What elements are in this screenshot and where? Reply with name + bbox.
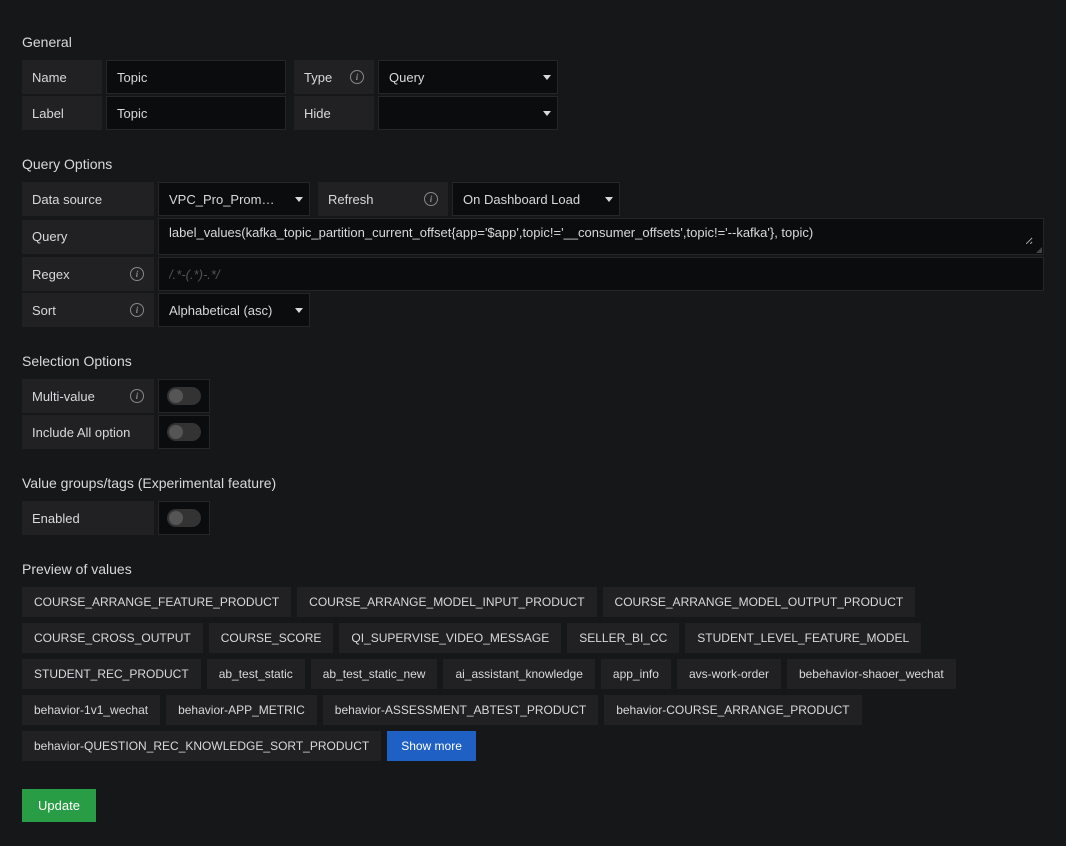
preview-value-tag: ab_test_static — [207, 659, 305, 689]
preview-value-tag: COURSE_ARRANGE_MODEL_OUTPUT_PRODUCT — [603, 587, 916, 617]
regex-input-wrap[interactable] — [158, 257, 1044, 291]
include-all-label: Include All option — [22, 415, 154, 449]
preview-value-tag: QI_SUPERVISE_VIDEO_MESSAGE — [339, 623, 561, 653]
preview-value-tag: STUDENT_LEVEL_FEATURE_MODEL — [685, 623, 921, 653]
label-input-wrap[interactable] — [106, 96, 286, 130]
chevron-down-icon — [543, 111, 551, 116]
type-select[interactable]: Query — [378, 60, 558, 94]
preview-value-tag: COURSE_ARRANGE_FEATURE_PRODUCT — [22, 587, 291, 617]
enabled-label: Enabled — [22, 501, 154, 535]
multi-value-label: Multi-value i — [22, 379, 154, 413]
enabled-toggle[interactable] — [167, 509, 201, 527]
hide-select[interactable] — [378, 96, 558, 130]
preview-value-tag: behavior-COURSE_ARRANGE_PRODUCT — [604, 695, 861, 725]
preview-value-tag: behavior-APP_METRIC — [166, 695, 317, 725]
query-input[interactable] — [169, 225, 1033, 245]
preview-value-tag: app_info — [601, 659, 671, 689]
multi-value-toggle[interactable] — [167, 387, 201, 405]
section-general-title: General — [22, 34, 1044, 50]
type-label: Type i — [294, 60, 374, 94]
name-input[interactable] — [117, 61, 275, 93]
hide-label: Hide — [294, 96, 374, 130]
preview-values-list: COURSE_ARRANGE_FEATURE_PRODUCTCOURSE_ARR… — [22, 587, 1044, 761]
datasource-label: Data source — [22, 182, 154, 216]
query-input-wrap[interactable] — [158, 218, 1044, 255]
info-icon: i — [130, 389, 144, 403]
preview-value-tag: behavior-QUESTION_REC_KNOWLEDGE_SORT_PRO… — [22, 731, 381, 761]
preview-value-tag: STUDENT_REC_PRODUCT — [22, 659, 201, 689]
preview-value-tag: COURSE_SCORE — [209, 623, 334, 653]
chevron-down-icon — [295, 308, 303, 313]
preview-value-tag: ab_test_static_new — [311, 659, 438, 689]
name-label: Name — [22, 60, 102, 94]
info-icon: i — [350, 70, 364, 84]
sort-label: Sort i — [22, 293, 154, 327]
section-value-groups-title: Value groups/tags (Experimental feature) — [22, 475, 1044, 491]
datasource-select[interactable]: VPC_Pro_Prometh — [158, 182, 310, 216]
enabled-toggle-wrap[interactable] — [158, 501, 210, 535]
include-all-toggle-wrap[interactable] — [158, 415, 210, 449]
section-selection-options-title: Selection Options — [22, 353, 1044, 369]
label-input[interactable] — [117, 97, 275, 129]
section-preview-title: Preview of values — [22, 561, 1044, 577]
label-label: Label — [22, 96, 102, 130]
preview-value-tag: ai_assistant_knowledge — [443, 659, 594, 689]
preview-value-tag: COURSE_CROSS_OUTPUT — [22, 623, 203, 653]
query-label: Query — [22, 220, 154, 254]
refresh-label: Refresh i — [318, 182, 448, 216]
regex-input[interactable] — [169, 258, 1033, 290]
name-input-wrap[interactable] — [106, 60, 286, 94]
preview-value-tag: behavior-1v1_wechat — [22, 695, 160, 725]
show-more-button[interactable]: Show more — [387, 731, 476, 761]
regex-label: Regex i — [22, 257, 154, 291]
chevron-down-icon — [295, 197, 303, 202]
preview-value-tag: SELLER_BI_CC — [567, 623, 679, 653]
preview-value-tag: behavior-ASSESSMENT_ABTEST_PRODUCT — [323, 695, 598, 725]
preview-value-tag: COURSE_ARRANGE_MODEL_INPUT_PRODUCT — [297, 587, 596, 617]
refresh-select[interactable]: On Dashboard Load — [452, 182, 620, 216]
section-query-options-title: Query Options — [22, 156, 1044, 172]
info-icon: i — [130, 267, 144, 281]
update-button[interactable]: Update — [22, 789, 96, 822]
chevron-down-icon — [543, 75, 551, 80]
chevron-down-icon — [605, 197, 613, 202]
include-all-toggle[interactable] — [167, 423, 201, 441]
resize-handle-icon[interactable] — [1035, 246, 1043, 254]
sort-select[interactable]: Alphabetical (asc) — [158, 293, 310, 327]
info-icon: i — [424, 192, 438, 206]
info-icon: i — [130, 303, 144, 317]
multi-value-toggle-wrap[interactable] — [158, 379, 210, 413]
preview-value-tag: avs-work-order — [677, 659, 781, 689]
preview-value-tag: bebehavior-shaoer_wechat — [787, 659, 956, 689]
